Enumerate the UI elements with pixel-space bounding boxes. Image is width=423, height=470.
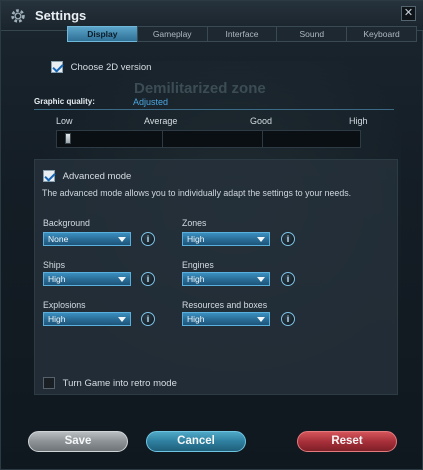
advanced-mode-row: Advanced mode [43, 170, 131, 182]
tab-gameplay[interactable]: Gameplay [136, 26, 207, 42]
explosions-info-icon[interactable]: i [141, 312, 155, 326]
tab-keyboard[interactable]: Keyboard [346, 26, 417, 42]
choose-2d-row: Choose 2D version [51, 61, 151, 73]
zones-select[interactable]: High [182, 232, 270, 246]
chevron-down-icon [257, 277, 265, 282]
choose-2d-checkbox[interactable] [51, 61, 63, 73]
resources-select-value: High [187, 314, 205, 324]
divider [34, 109, 394, 110]
zones-info-icon[interactable]: i [281, 232, 295, 246]
quality-level-average: Average [144, 116, 178, 126]
choose-2d-label[interactable]: Choose 2D version [71, 62, 152, 73]
quality-level-good: Good [250, 116, 273, 126]
retro-mode-row: Turn Game into retro mode [43, 377, 177, 389]
slider-tick [162, 131, 163, 147]
graphic-quality-slider[interactable] [56, 130, 361, 148]
zones-label: Zones [182, 218, 207, 228]
engines-select[interactable]: High [182, 272, 270, 286]
resources-label: Resources and boxes [182, 300, 268, 310]
window-title: Settings [35, 8, 87, 23]
background-zone-name: Demilitarized zone [134, 80, 266, 97]
retro-mode-checkbox[interactable] [43, 377, 55, 389]
ships-label: Ships [43, 260, 66, 270]
explosions-select[interactable]: High [43, 312, 131, 326]
ships-select[interactable]: High [43, 272, 131, 286]
graphic-quality-label: Graphic quality: [34, 97, 95, 106]
retro-mode-label[interactable]: Turn Game into retro mode [63, 378, 177, 389]
advanced-mode-checkbox[interactable] [43, 170, 55, 182]
ships-select-value: High [48, 274, 66, 284]
background-select[interactable]: None [43, 232, 131, 246]
engines-info-icon[interactable]: i [281, 272, 295, 286]
tab-interface[interactable]: Interface [206, 26, 277, 42]
reset-button[interactable]: Reset [297, 431, 397, 452]
settings-window: Settings ✕ Display Gameplay Interface So… [0, 0, 423, 470]
graphic-quality-value: Adjusted [133, 97, 169, 107]
ships-info-icon[interactable]: i [141, 272, 155, 286]
advanced-mode-label[interactable]: Advanced mode [63, 171, 132, 182]
zones-select-value: High [187, 234, 205, 244]
background-label: Background [43, 218, 90, 228]
advanced-settings-panel: Advanced mode The advanced mode allows y… [34, 159, 398, 395]
slider-tick [262, 131, 263, 147]
advanced-mode-description: The advanced mode allows you to individu… [42, 188, 352, 198]
gear-icon [11, 9, 25, 23]
chevron-down-icon [118, 237, 126, 242]
slider-thumb[interactable] [64, 133, 71, 144]
save-button[interactable]: Save [28, 431, 128, 452]
chevron-down-icon [257, 317, 265, 322]
settings-tabs: Display Gameplay Interface Sound Keyboar… [67, 26, 417, 42]
background-info-icon[interactable]: i [141, 232, 155, 246]
explosions-select-value: High [48, 314, 66, 324]
explosions-label: Explosions [43, 300, 86, 310]
close-button[interactable]: ✕ [401, 6, 416, 21]
tab-display[interactable]: Display [67, 26, 137, 42]
background-select-value: None [48, 234, 69, 244]
chevron-down-icon [257, 237, 265, 242]
chevron-down-icon [118, 317, 126, 322]
close-icon: ✕ [403, 7, 414, 19]
quality-level-low: Low [56, 116, 73, 126]
resources-select[interactable]: High [182, 312, 270, 326]
tab-sound[interactable]: Sound [276, 26, 347, 42]
chevron-down-icon [118, 277, 126, 282]
engines-select-value: High [187, 274, 205, 284]
engines-label: Engines [182, 260, 214, 270]
resources-info-icon[interactable]: i [281, 312, 295, 326]
cancel-button[interactable]: Cancel [146, 431, 246, 452]
quality-level-high: High [349, 116, 368, 126]
